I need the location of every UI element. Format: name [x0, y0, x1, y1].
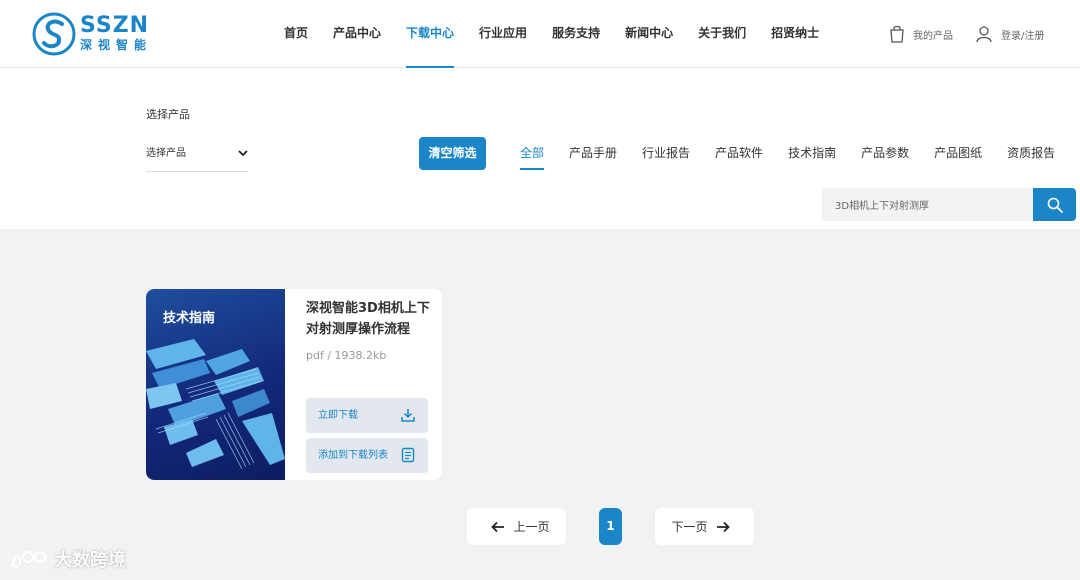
nav-item-home[interactable]: 首页 [284, 0, 308, 68]
search-icon [1047, 197, 1063, 213]
my-products-link[interactable]: 我的产品 [889, 0, 953, 68]
chevron-down-icon [238, 150, 248, 157]
product-select-label: 选择产品 [146, 108, 190, 121]
tab-parameters[interactable]: 产品参数 [861, 144, 909, 170]
watermark-logo-icon [11, 551, 46, 568]
brand-logo[interactable]: SSZN 深视智能 [32, 12, 152, 56]
login-label: 登录/注册 [1001, 30, 1045, 42]
next-page-label: 下一页 [671, 520, 708, 534]
logo-text-cn: 深视智能 [80, 38, 153, 52]
nav-item-downloads[interactable]: 下载中心 [406, 0, 455, 68]
watermark-text: 大数跨境 [54, 550, 126, 571]
add-to-download-list-label: 添加到下载列表 [318, 450, 388, 461]
tab-industry-reports[interactable]: 行业报告 [642, 144, 690, 170]
document-cover[interactable]: 技术指南 [146, 289, 285, 480]
site-header: SSZN 深视智能 首页 产品中心 下载中心 行业应用 服务支持 新闻中心 关于… [0, 0, 1080, 68]
my-products-label: 我的产品 [913, 30, 953, 42]
nav-item-careers[interactable]: 招贤纳士 [771, 0, 819, 68]
nav-item-news[interactable]: 新闻中心 [625, 0, 673, 68]
document-title[interactable]: 深视智能3D相机上下对射测厚操作流程 [306, 298, 436, 340]
clear-filter-button[interactable]: 清空筛选 [419, 137, 486, 170]
prev-page-label: 上一页 [513, 520, 550, 534]
watermark: 大数跨境 [10, 546, 126, 572]
next-page-button[interactable]: 下一页 [655, 508, 754, 545]
nav-item-about[interactable]: 关于我们 [698, 0, 746, 68]
download-now-label: 立即下载 [318, 410, 358, 421]
filter-panel: 选择产品 选择产品 清空筛选 全部 产品手册 行业报告 产品软件 技术指南 产品… [0, 68, 1080, 229]
user-icon [976, 26, 992, 43]
arrow-left-icon [491, 521, 505, 532]
nav-item-support[interactable]: 服务支持 [552, 0, 600, 68]
list-icon [401, 447, 415, 463]
logo-text-en: SSZN [80, 13, 150, 38]
page-number-current[interactable]: 1 [599, 508, 622, 545]
nav-item-industry[interactable]: 行业应用 [479, 0, 527, 68]
tab-manuals[interactable]: 产品手册 [569, 144, 617, 170]
product-select[interactable]: 选择产品 [146, 144, 248, 172]
arrow-right-icon [716, 521, 730, 532]
download-icon [401, 409, 415, 422]
document-card: 技术指南 深视智能3D相机上下对射测厚操作流程 pdf / 1938.2kb 立… [146, 289, 442, 480]
search-button[interactable] [1033, 188, 1076, 221]
document-meta: pdf / 1938.2kb [306, 349, 387, 362]
add-to-download-list-button[interactable]: 添加到下载列表 [306, 438, 428, 473]
login-link[interactable]: 登录/注册 [975, 0, 1044, 68]
tab-tech-guides[interactable]: 技术指南 [788, 144, 836, 170]
tab-certifications[interactable]: 资质报告 [1007, 144, 1055, 170]
download-now-button[interactable]: 立即下载 [306, 398, 428, 433]
sszn-logo-icon [32, 12, 76, 56]
search-input[interactable] [822, 188, 1033, 221]
cover-category-label: 技术指南 [163, 311, 216, 326]
product-select-value: 选择产品 [146, 148, 186, 159]
tab-drawings[interactable]: 产品图纸 [934, 144, 982, 170]
search-bar [822, 188, 1076, 221]
tab-all[interactable]: 全部 [520, 144, 545, 170]
category-tabs: 全部 产品手册 行业报告 产品软件 技术指南 产品参数 产品图纸 资质报告 [520, 144, 1080, 170]
nav-item-products[interactable]: 产品中心 [333, 0, 381, 68]
shopping-bag-icon [890, 25, 904, 43]
main-nav: 首页 产品中心 下载中心 行业应用 服务支持 新闻中心 关于我们 招贤纳士 [284, 0, 844, 68]
prev-page-button[interactable]: 上一页 [467, 508, 566, 545]
tab-software[interactable]: 产品软件 [715, 144, 763, 170]
